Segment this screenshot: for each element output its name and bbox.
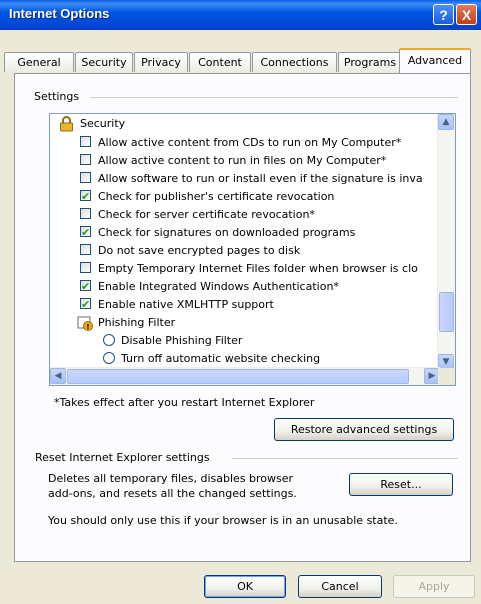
restart-note: *Takes effect after you restart Internet… <box>54 396 315 409</box>
close-button[interactable]: X <box>456 4 477 25</box>
setting-row[interactable]: Turn off automatic website checking <box>50 350 430 368</box>
check-mark-icon: ✔ <box>81 226 91 239</box>
setting-row[interactable]: Empty Temporary Internet Files folder wh… <box>50 260 430 278</box>
internet-options-dialog: Internet Options ? X General Security Pr… <box>0 0 481 604</box>
tab-privacy[interactable]: Privacy <box>134 52 188 72</box>
reset-description-line1: Deletes all temporary files, disables br… <box>48 472 294 485</box>
setting-label: Allow active content to run in files on … <box>98 154 387 167</box>
setting-row[interactable]: ✔ Check for signatures on downloaded pro… <box>50 224 430 242</box>
horizontal-scrollbar[interactable]: ◀ ▶ <box>50 367 440 385</box>
checkbox[interactable] <box>80 244 91 255</box>
checkbox[interactable] <box>80 262 91 273</box>
setting-row[interactable]: Allow active content from CDs to run on … <box>50 134 430 152</box>
setting-row[interactable]: Check for server certificate revocation* <box>50 206 430 224</box>
category-label: Security <box>80 117 126 130</box>
setting-label: Check for server certificate revocation* <box>98 208 315 221</box>
checkbox[interactable] <box>80 208 91 219</box>
check-mark-icon: ✔ <box>81 190 91 203</box>
setting-label: Allow active content from CDs to run on … <box>98 136 402 149</box>
tab-connections[interactable]: Connections <box>252 52 337 72</box>
reset-warning: You should only use this if your browser… <box>48 514 398 527</box>
setting-label: Empty Temporary Internet Files folder wh… <box>98 262 418 275</box>
window-title: Internet Options <box>9 6 110 21</box>
setting-row[interactable]: Allow active content to run in files on … <box>50 152 430 170</box>
reset-description-line2: add-ons, and resets all the changed sett… <box>48 487 297 500</box>
svg-text:!: ! <box>86 323 89 331</box>
setting-row[interactable]: Disable Phishing Filter <box>50 332 430 350</box>
checkbox-checked[interactable]: ✔ <box>80 226 91 239</box>
setting-row[interactable]: ✔ Enable Integrated Windows Authenticati… <box>50 278 430 296</box>
tree-subcategory-phishing-filter[interactable]: ! Phishing Filter <box>50 314 430 332</box>
reset-group-label: Reset Internet Explorer settings <box>32 451 213 464</box>
check-mark-icon: ✔ <box>81 298 91 311</box>
cancel-button[interactable]: Cancel <box>298 575 382 598</box>
help-button[interactable]: ? <box>433 4 454 25</box>
reset-button[interactable]: Reset... <box>349 473 453 496</box>
scroll-left-button[interactable]: ◀ <box>50 368 66 384</box>
setting-row[interactable]: ✔ Check for publisher's certificate revo… <box>50 188 430 206</box>
setting-label: Do not save encrypted pages to disk <box>98 244 301 257</box>
setting-label: Enable native XMLHTTP support <box>98 298 274 311</box>
settings-tree[interactable]: Security Allow active content from CDs t… <box>49 113 456 386</box>
vertical-scroll-thumb[interactable] <box>439 292 454 332</box>
checkbox[interactable] <box>80 154 91 165</box>
horizontal-scroll-thumb[interactable] <box>67 369 409 384</box>
scrollbar-corner <box>438 368 455 385</box>
setting-label: Disable Phishing Filter <box>121 334 243 347</box>
tab-security[interactable]: Security <box>75 52 133 72</box>
title-bar[interactable]: Internet Options ? X <box>0 0 481 30</box>
tab-advanced[interactable]: Advanced <box>399 48 471 73</box>
checkbox-checked[interactable]: ✔ <box>80 280 91 293</box>
setting-label: Turn off automatic website checking <box>121 352 321 365</box>
restore-advanced-settings-button[interactable]: Restore advanced settings <box>274 418 454 441</box>
subcategory-label: Phishing Filter <box>98 316 176 329</box>
checkbox-checked[interactable]: ✔ <box>80 190 91 203</box>
tab-programs[interactable]: Programs <box>338 52 402 72</box>
setting-row[interactable]: Allow software to run or install even if… <box>50 170 430 188</box>
reset-group-divider <box>232 458 458 459</box>
setting-label: Check for signatures on downloaded progr… <box>98 226 356 239</box>
tab-content[interactable]: Content <box>189 52 251 72</box>
checkbox-checked[interactable]: ✔ <box>80 298 91 311</box>
tree-category-security[interactable]: Security <box>50 115 430 133</box>
vertical-scrollbar[interactable]: ▲ ▼ <box>437 114 455 370</box>
settings-group-label: Settings <box>31 90 83 103</box>
setting-row[interactable]: ✔ Enable native XMLHTTP support <box>50 296 430 314</box>
setting-label: Check for publisher's certificate revoca… <box>98 190 335 203</box>
radio-button[interactable] <box>103 352 115 364</box>
ok-button[interactable]: OK <box>204 575 286 598</box>
setting-label: Allow software to run or install even if… <box>98 172 423 185</box>
settings-group-divider <box>90 97 458 98</box>
setting-row[interactable]: Do not save encrypted pages to disk <box>50 242 430 260</box>
checkbox[interactable] <box>80 136 91 147</box>
radio-button[interactable] <box>103 334 115 346</box>
scroll-up-button[interactable]: ▲ <box>438 114 454 130</box>
apply-button[interactable]: Apply <box>393 575 475 598</box>
checkbox[interactable] <box>80 172 91 183</box>
setting-label: Enable Integrated Windows Authentication… <box>98 280 339 293</box>
check-mark-icon: ✔ <box>81 280 91 293</box>
tab-general[interactable]: General <box>4 52 74 72</box>
